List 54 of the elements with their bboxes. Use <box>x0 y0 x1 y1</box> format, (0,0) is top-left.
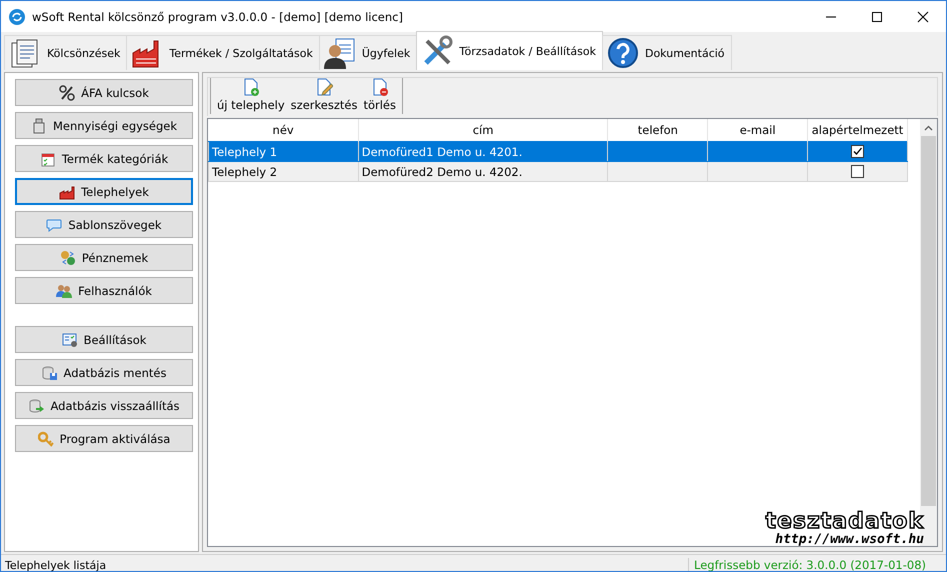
tab-icon <box>324 37 356 69</box>
column-header[interactable]: telefon <box>608 119 708 142</box>
toolbar-button[interactable]: szerkesztés <box>288 78 360 114</box>
scroll-up-icon[interactable] <box>924 124 933 130</box>
toolbar-button[interactable]: törlés <box>360 78 399 114</box>
tab[interactable]: Dokumentáció <box>602 35 732 70</box>
sidebar-button[interactable]: Program aktiválása <box>15 425 193 452</box>
tab-icon <box>606 37 639 69</box>
table-cell: Demofüred2 Demo u. 4202. <box>358 162 608 182</box>
sidebar-icon <box>40 150 56 166</box>
status-text: Telephelyek listája <box>5 558 106 571</box>
close-icon <box>917 10 929 22</box>
table-cell: Telephely 2 <box>208 162 358 182</box>
table-cell: Demofüred1 Demo u. 4201. <box>358 142 608 162</box>
sidebar-icon <box>38 430 54 446</box>
column-header[interactable]: név <box>208 119 358 142</box>
document-icon <box>242 78 260 96</box>
tab[interactable]: Termékek / Szolgáltatások <box>126 35 320 70</box>
sidebar-icon <box>46 216 62 232</box>
sidebar-button[interactable]: Beállítások <box>15 326 193 353</box>
sidebar-button[interactable]: Adatbázis mentés <box>15 359 193 386</box>
test-data-label: tesztadatok <box>765 511 924 533</box>
sidebar-button[interactable]: Adatbázis visszaállítás <box>15 392 193 419</box>
sidebar-icon <box>60 250 76 266</box>
checkbox[interactable] <box>851 145 864 158</box>
sidebar-button[interactable]: Termék kategóriák <box>15 145 193 172</box>
sidebar-icon <box>59 184 76 200</box>
checkbox[interactable] <box>851 165 864 178</box>
column-header[interactable]: alapértelmezett <box>808 119 908 142</box>
maximize-icon <box>871 10 883 22</box>
column-header[interactable]: e-mail <box>708 119 808 142</box>
sidebar-button[interactable]: ÁFA kulcsok <box>15 79 193 106</box>
document-icon <box>315 78 334 96</box>
sidebar-icon <box>56 282 72 298</box>
toolbar-button[interactable]: új telephely <box>214 78 288 114</box>
window-title: wSoft Rental kölcsönző program v3.0.0.0 - [demo] [demo licenc] <box>32 10 404 24</box>
sidebar-button[interactable]: Sablonszövegek <box>15 211 193 238</box>
tab[interactable]: Törzsadatok / Beállítások <box>416 31 603 70</box>
app-icon <box>9 8 25 24</box>
sidebar-button[interactable]: Pénznemek <box>15 244 193 271</box>
table-cell: Telephely 1 <box>208 142 358 162</box>
sidebar-button[interactable]: Felhasználók <box>15 277 193 304</box>
website-url: http://www.wsoft.hu <box>775 533 924 547</box>
sidebar-icon <box>30 118 47 134</box>
sidebar-icon <box>62 332 78 348</box>
sidebar-icon <box>59 84 76 100</box>
column-header[interactable]: cím <box>358 119 608 142</box>
sidebar-button[interactable]: Mennyiségi egységek <box>15 112 193 139</box>
sidebar-button[interactable]: Telephelyek <box>15 178 193 205</box>
sidebar-icon <box>28 398 44 414</box>
tab[interactable]: Kölcsönzések <box>4 35 128 70</box>
tab[interactable]: Ügyfelek <box>318 35 418 70</box>
document-icon <box>370 78 389 96</box>
sidebar-icon <box>42 364 58 380</box>
